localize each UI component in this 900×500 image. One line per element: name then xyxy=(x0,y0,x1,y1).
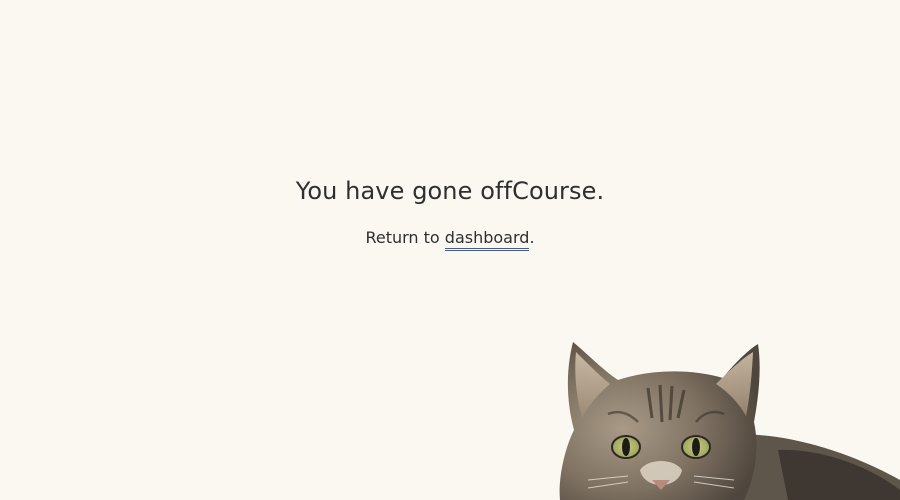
not-found-message: You have gone offCourse. Return to dashb… xyxy=(0,174,900,251)
page-title: You have gone offCourse. xyxy=(295,177,605,205)
cat-peeking-image xyxy=(559,342,900,500)
return-text: Return to dashboard. xyxy=(0,226,900,251)
dashboard-link[interactable]: dashboard xyxy=(444,228,530,251)
return-prefix: Return to xyxy=(365,228,445,247)
return-suffix: . xyxy=(529,228,535,247)
